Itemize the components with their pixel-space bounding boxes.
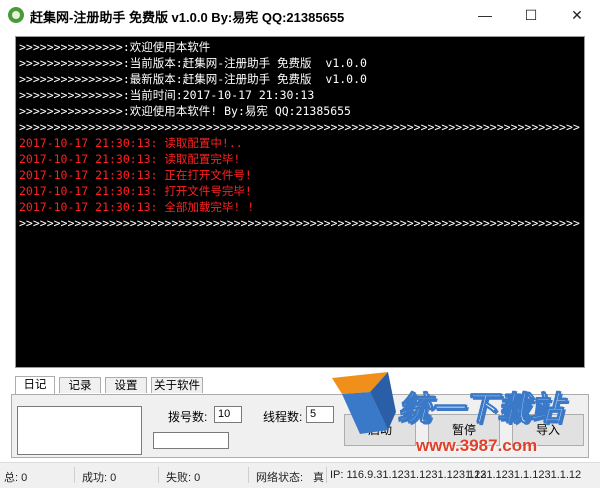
ip-address-2: 1231.1231.1.1231.1.12 bbox=[468, 469, 582, 481]
preview-box bbox=[17, 406, 142, 455]
app-icon bbox=[8, 7, 24, 23]
console-line: >>>>>>>>>>>>>>>:当前版本:赶集网-注册助手 免费版 v1.0.0 bbox=[19, 56, 367, 70]
status-bar: 总: 0 成功: 0 失败: 0 网络状态: 真 IP: 116.9.31.12… bbox=[0, 462, 600, 488]
status-divider bbox=[248, 467, 249, 483]
watermark-logo-icon bbox=[332, 372, 396, 434]
tab-log[interactable]: 日记 bbox=[15, 376, 55, 394]
dial-count-input[interactable]: 10 bbox=[214, 406, 242, 423]
console-line: >>>>>>>>>>>>>>>:最新版本:赶集网-注册助手 免费版 v1.0.0 bbox=[19, 72, 367, 86]
console-line: 2017-10-17 21:30:13: 读取配置中!.. bbox=[19, 136, 243, 150]
tab-settings[interactable]: 设置 bbox=[105, 377, 147, 393]
status-divider bbox=[326, 467, 327, 483]
dial-count-label: 拨号数: bbox=[168, 410, 208, 424]
console-line: >>>>>>>>>>>>>>>:当前时间:2017-10-17 21:30:13 bbox=[19, 88, 315, 102]
thread-count-label: 线程数: bbox=[263, 410, 303, 424]
status-divider bbox=[158, 467, 159, 483]
network-status-value: 真 bbox=[313, 472, 324, 484]
status-total: 总: 0 bbox=[4, 472, 28, 484]
network-status-label: 网络状态: bbox=[256, 472, 304, 484]
title-bar: 赶集网-注册助手 免费版 v1.0.0 By:易宪 QQ:21385655 — … bbox=[0, 0, 600, 30]
console-line: >>>>>>>>>>>>>>>>>>>>>>>>>>>>>>>>>>>>>>>>… bbox=[19, 120, 580, 134]
tab-records[interactable]: 记录 bbox=[59, 377, 101, 393]
minimize-button[interactable]: — bbox=[462, 0, 508, 30]
console-line: 2017-10-17 21:30:13: 全部加载完毕! ! bbox=[19, 200, 255, 214]
window-title: 赶集网-注册助手 免费版 v1.0.0 By:易宪 QQ:21385655 bbox=[30, 10, 345, 25]
console-line: 2017-10-17 21:30:13: 读取配置完毕! bbox=[19, 152, 241, 166]
watermark-url: www.3987.com bbox=[416, 436, 538, 455]
watermark-brand: 统一下载站 bbox=[398, 390, 564, 428]
tab-about[interactable]: 关于软件 bbox=[151, 377, 203, 393]
status-success: 成功: 0 bbox=[82, 472, 117, 484]
console-line: >>>>>>>>>>>>>>>:欢迎使用本软件! By:易宪 QQ:213856… bbox=[19, 104, 351, 118]
ip-address: IP: 116.9.31.1231.1231.1231.12 bbox=[330, 469, 487, 481]
maximize-button[interactable]: ☐ bbox=[508, 0, 554, 30]
log-console[interactable]: >>>>>>>>>>>>>>>:欢迎使用本软件 >>>>>>>>>>>>>>>:… bbox=[15, 36, 585, 368]
console-line: >>>>>>>>>>>>>>>:欢迎使用本软件 bbox=[19, 40, 211, 54]
status-fail: 失败: 0 bbox=[166, 472, 201, 484]
console-line: >>>>>>>>>>>>>>>>>>>>>>>>>>>>>>>>>>>>>>>>… bbox=[19, 216, 580, 230]
close-button[interactable]: ✕ bbox=[554, 0, 600, 30]
console-line: 2017-10-17 21:30:13: 打开文件号完毕! bbox=[19, 184, 252, 198]
console-line: 2017-10-17 21:30:13: 正在打开文件号! bbox=[19, 168, 252, 182]
extra-input[interactable] bbox=[153, 432, 229, 449]
status-divider bbox=[74, 467, 75, 483]
